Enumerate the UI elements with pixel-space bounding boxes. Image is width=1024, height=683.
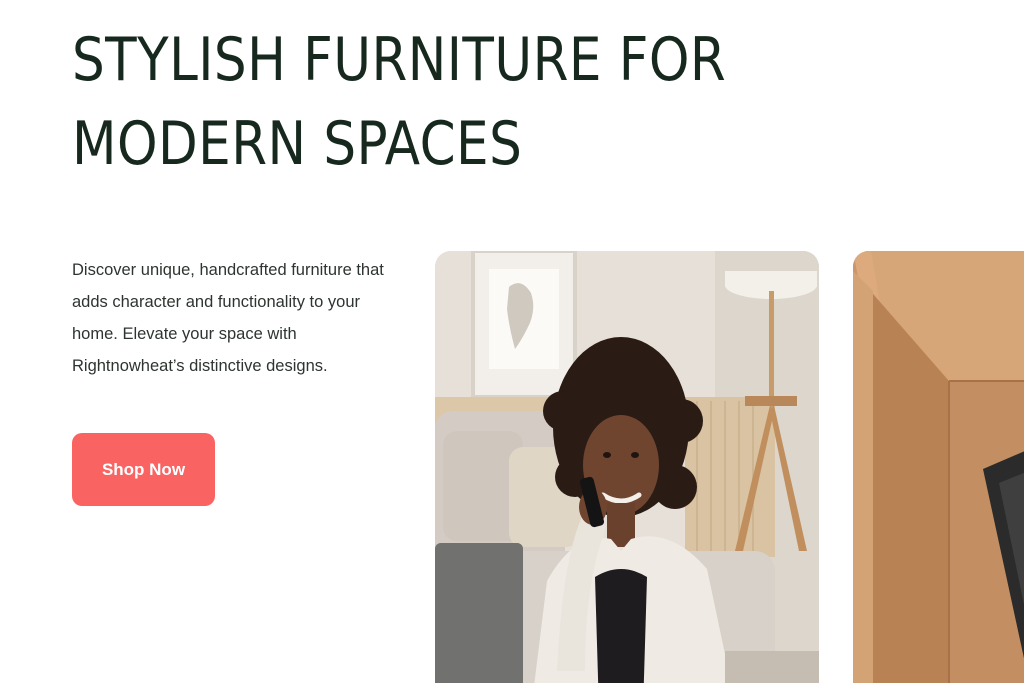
cardboard-box-photo bbox=[853, 251, 1024, 683]
gallery-image-cardboard-box bbox=[853, 251, 1024, 683]
hero-section: STYLISH FURNITURE FOR MODERN SPACES Disc… bbox=[0, 0, 1024, 683]
hero-title: STYLISH FURNITURE FOR MODERN SPACES bbox=[72, 25, 727, 179]
woman-on-phone-photo bbox=[435, 251, 819, 683]
hero-description: Discover unique, handcrafted furniture t… bbox=[72, 261, 384, 375]
gallery-image-woman-on-phone bbox=[435, 251, 819, 683]
shop-now-button[interactable]: Shop Now bbox=[72, 433, 215, 506]
